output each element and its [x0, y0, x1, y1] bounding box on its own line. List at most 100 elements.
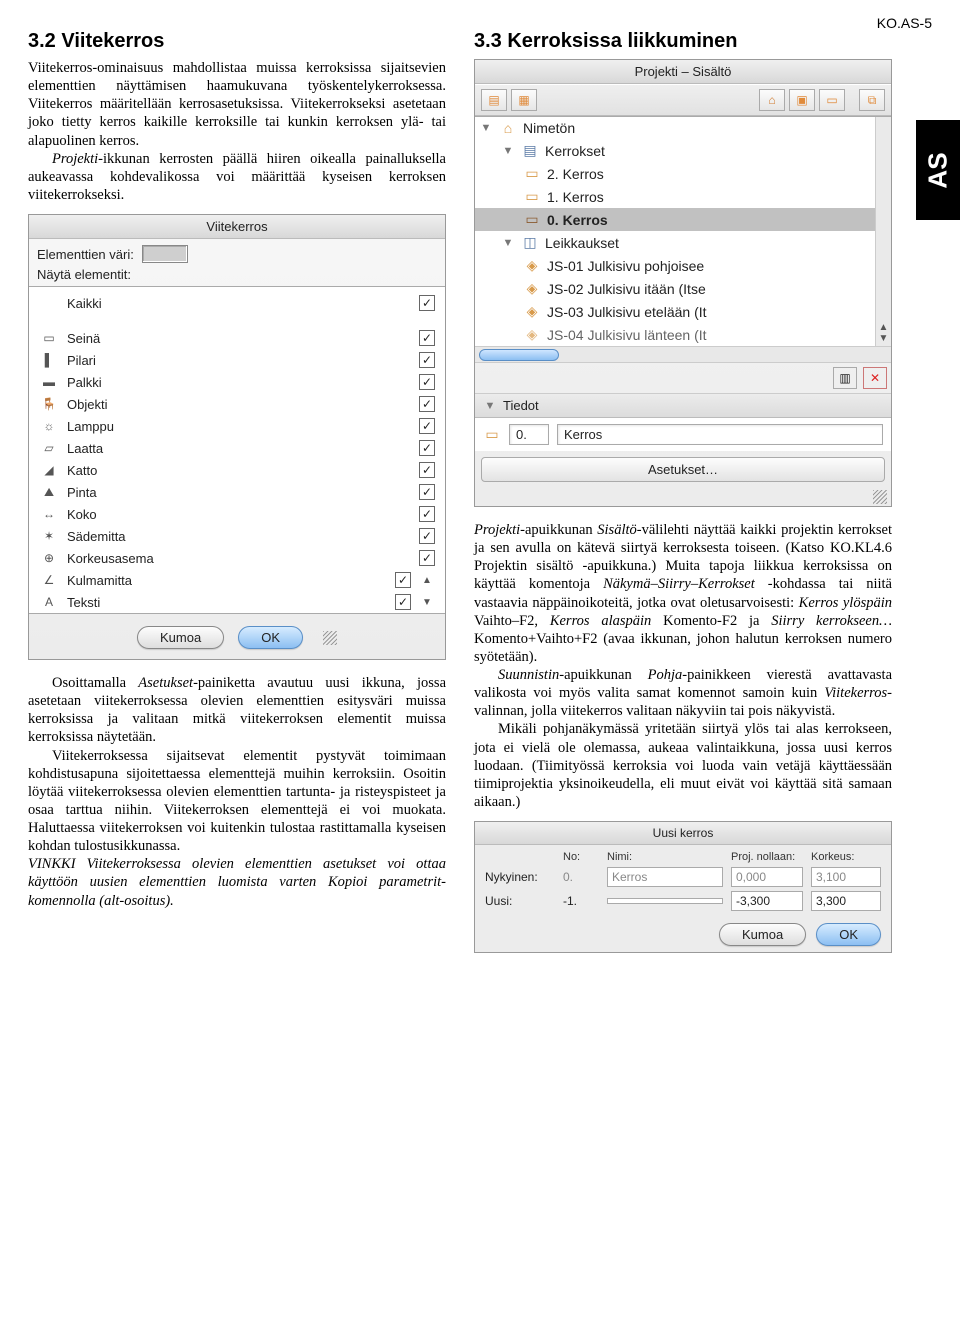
tree-item-k0-selected[interactable]: ▭ 0. Kerros	[475, 208, 891, 231]
uusi-cancel-button[interactable]: Kumoa	[719, 923, 806, 946]
heading-3-3: 3.3 Kerroksissa liikkuminen	[474, 30, 892, 53]
story-no-field[interactable]: 0.	[509, 424, 549, 445]
beam-icon: ▬	[39, 375, 59, 389]
tiedot-fields: ▭ 0. Kerros	[475, 418, 891, 451]
blank-icon	[39, 296, 59, 310]
tree-root[interactable]: ▼ ⌂ Nimetön	[475, 117, 891, 139]
element-row[interactable]: ◢Katto✓	[29, 459, 445, 481]
element-row[interactable]: ⊕Korkeusasema✓	[29, 547, 445, 569]
horizontal-scrollbar[interactable]	[475, 346, 891, 362]
lamp-icon: ☼	[39, 419, 59, 433]
element-row[interactable]: ↔Koko✓	[29, 503, 445, 525]
checkbox[interactable]: ✓	[419, 550, 435, 566]
nykyinen-korkeus: 3,100	[811, 867, 881, 887]
tiedot-action-strip: ▥ ✕	[475, 362, 891, 393]
ok-button[interactable]: OK	[238, 626, 303, 649]
resize-grip[interactable]	[873, 490, 887, 504]
checkbox[interactable]: ✓	[419, 440, 435, 456]
element-row[interactable]: A Teksti ✓ ▼	[29, 591, 445, 613]
tree-item-js3[interactable]: ◈ JS-03 Julkisivu etelään (It	[475, 300, 891, 323]
col-korkeus: Korkeus:	[811, 851, 881, 863]
story-name-field[interactable]: Kerros	[557, 424, 883, 445]
right-p2: Suunnistin-apuikkunan Pohja-painikkeen v…	[474, 666, 892, 720]
uusi-nimi-input[interactable]	[607, 898, 723, 904]
element-row[interactable]: ∠ Kulmamitta ✓ ▲	[29, 569, 445, 591]
viitekerros-panel: Viitekerros Elementtien väri: Näytä elem…	[28, 214, 446, 660]
new-item-icon[interactable]: ▥	[833, 367, 857, 389]
tree-item-k2[interactable]: ▭ 2. Kerros	[475, 162, 891, 185]
checkbox[interactable]: ✓	[419, 374, 435, 390]
viitekerros-title: Viitekerros	[29, 215, 445, 239]
uusi-proj-input[interactable]: -3,300	[731, 891, 803, 911]
element-row[interactable]: ⛰Pinta✓	[29, 481, 445, 503]
tab-project-icon[interactable]: ⌂	[759, 89, 785, 111]
wall-icon: ▭	[39, 331, 59, 345]
disclosure-triangle-icon[interactable]: ▼	[483, 400, 497, 412]
new-view-icon[interactable]: ▤	[481, 89, 507, 111]
vertical-scrollbar[interactable]: ▲▼	[875, 117, 891, 346]
disclosure-triangle-icon[interactable]: ▼	[479, 122, 493, 134]
checkbox[interactable]: ✓	[419, 418, 435, 434]
checkbox[interactable]: ✓	[395, 594, 411, 610]
tree-item-js1[interactable]: ◈ JS-01 Julkisivu pohjoisee	[475, 254, 891, 277]
right-p1: Projekti-apuikkunan Sisältö-välilehti nä…	[474, 521, 892, 666]
row-uusi-label: Uusi:	[485, 894, 555, 908]
element-row[interactable]: ▭Seinä✓	[29, 327, 445, 349]
element-row[interactable]: ✶Sädemitta✓	[29, 525, 445, 547]
tree-group-leikkaukset[interactable]: ▼ ◫ Leikkaukset	[475, 231, 891, 254]
element-row[interactable]: ▱Laatta✓	[29, 437, 445, 459]
tab-pop-icon[interactable]: ⧉	[859, 89, 885, 111]
column-icon: ▌	[39, 353, 59, 367]
story-icon: ▭	[523, 211, 541, 228]
col-no: No:	[563, 851, 599, 863]
tree-group-kerrokset[interactable]: ▼ ▤ Kerrokset	[475, 139, 891, 162]
nykyinen-proj: 0,000	[731, 867, 803, 887]
checkbox[interactable]: ✓	[395, 572, 411, 588]
scroll-arrows[interactable]: ▲	[419, 575, 435, 586]
angle-dim-icon: ∠	[39, 573, 59, 587]
resize-grip[interactable]	[323, 631, 337, 645]
projekti-title: Projekti – Sisältö	[475, 60, 891, 84]
section-icon: ◈	[523, 303, 541, 320]
checkbox[interactable]: ✓	[419, 506, 435, 522]
side-tab-label: AS	[923, 152, 954, 188]
left-column: 3.2 Viitekerros Viitekerros-ominaisuus m…	[28, 30, 446, 953]
tree-item-js4[interactable]: ◈ JS-04 Julkisivu länteen (It	[475, 323, 891, 346]
tiedot-header[interactable]: ▼ Tiedot	[475, 393, 891, 418]
checkbox[interactable]: ✓	[419, 396, 435, 412]
disclosure-triangle-icon[interactable]: ▼	[501, 237, 515, 249]
disclosure-triangle-icon[interactable]: ▼	[501, 145, 515, 157]
delete-icon[interactable]: ✕	[863, 367, 887, 389]
text-icon: A	[39, 595, 59, 609]
element-row[interactable]: ▬Palkki✓	[29, 371, 445, 393]
checkbox[interactable]: ✓	[419, 484, 435, 500]
element-row-all[interactable]: Kaikki ✓	[29, 287, 445, 319]
cancel-button[interactable]: Kumoa	[137, 626, 224, 649]
section-icon: ◈	[523, 280, 541, 297]
dim-icon: ↔	[39, 507, 59, 521]
col-proj: Proj. nollaan:	[731, 851, 803, 863]
asetukset-button[interactable]: Asetukset…	[481, 457, 885, 482]
checkbox-all[interactable]: ✓	[419, 295, 435, 311]
uusi-ok-button[interactable]: OK	[816, 923, 881, 946]
scroll-arrows[interactable]: ▼	[419, 597, 435, 608]
checkbox[interactable]: ✓	[419, 462, 435, 478]
scroll-thumb[interactable]	[479, 349, 559, 361]
tab-layouts-icon[interactable]: ▭	[819, 89, 845, 111]
section-icon: ◈	[523, 257, 541, 274]
element-row[interactable]: ☼Lamppu✓	[29, 415, 445, 437]
col-nimi: Nimi:	[607, 851, 723, 863]
save-view-icon[interactable]: ▦	[511, 89, 537, 111]
object-icon: 🪑	[39, 397, 59, 411]
checkbox[interactable]: ✓	[419, 330, 435, 346]
color-swatch[interactable]	[142, 245, 188, 263]
tree-item-k1[interactable]: ▭ 1. Kerros	[475, 185, 891, 208]
element-row[interactable]: ▌Pilari✓	[29, 349, 445, 371]
element-row[interactable]: 🪑Objekti✓	[29, 393, 445, 415]
checkbox[interactable]: ✓	[419, 528, 435, 544]
tab-views-icon[interactable]: ▣	[789, 89, 815, 111]
tree-item-js2[interactable]: ◈ JS-02 Julkisivu itään (Itse	[475, 277, 891, 300]
uusi-korkeus-input[interactable]: 3,300	[811, 891, 881, 911]
section-icon: ◈	[523, 326, 541, 343]
checkbox[interactable]: ✓	[419, 352, 435, 368]
